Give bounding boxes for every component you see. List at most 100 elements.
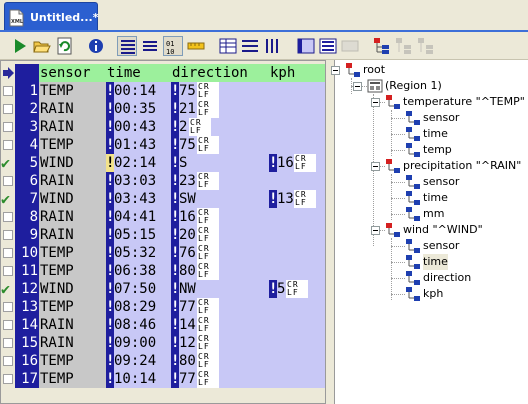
- tree-down-button[interactable]: [416, 36, 436, 56]
- cell-time[interactable]: 04:41: [114, 208, 171, 226]
- run-button[interactable]: [10, 36, 30, 56]
- table-row[interactable]: 6 RAIN! 03:03! 23 CR LF: [1, 172, 325, 190]
- cell-value[interactable]: 75: [179, 136, 197, 154]
- form-view-button[interactable]: [318, 36, 338, 56]
- cell-sensor[interactable]: RAIN: [39, 334, 106, 352]
- row-checkbox[interactable]: [3, 320, 13, 330]
- table-row[interactable]: 14 RAIN! 08:46! 14 CR LF: [1, 316, 325, 334]
- cell-sensor[interactable]: RAIN: [39, 118, 106, 136]
- ruler-button[interactable]: [186, 36, 206, 56]
- column-header-direction[interactable]: direction: [171, 64, 269, 82]
- row-checkbox[interactable]: [3, 104, 13, 114]
- column-header-time[interactable]: time: [106, 64, 171, 82]
- row-checkbox[interactable]: [3, 86, 13, 96]
- cell-time[interactable]: 00:14: [114, 82, 171, 100]
- cell-time[interactable]: 05:32: [114, 244, 171, 262]
- cell-sensor[interactable]: TEMP: [39, 244, 106, 262]
- collapse-toggle-icon[interactable]: [353, 82, 362, 91]
- table-row[interactable]: 11 TEMP! 06:38! 80 CR LF: [1, 262, 325, 280]
- row-checkbox[interactable]: [3, 266, 13, 276]
- cell-sensor[interactable]: WIND: [39, 190, 106, 208]
- row-checkbox[interactable]: [3, 338, 13, 348]
- table-row[interactable]: ✔ 7 WIND! 03:43! SW! 13 CR LF: [1, 190, 325, 208]
- cell-time[interactable]: 02:14: [114, 154, 171, 172]
- columns-view-button[interactable]: [262, 36, 282, 56]
- table-row[interactable]: 13 TEMP! 08:29! 77 CR LF: [1, 298, 325, 316]
- cell-time[interactable]: 08:29: [114, 298, 171, 316]
- cell-sensor[interactable]: TEMP: [39, 370, 106, 388]
- table-row[interactable]: 1 TEMP! 00:14! 75 CR LF: [1, 82, 325, 100]
- cell-value[interactable]: 14: [179, 316, 197, 334]
- row-check-icon[interactable]: ✔: [1, 280, 10, 298]
- table-row[interactable]: 4 TEMP! 01:43! 75 CR LF: [1, 136, 325, 154]
- cell-sensor[interactable]: TEMP: [39, 82, 106, 100]
- cell-value[interactable]: NW: [179, 280, 197, 298]
- cell-value[interactable]: 80: [179, 262, 197, 280]
- row-checkbox[interactable]: [3, 140, 13, 150]
- cell-value[interactable]: 2: [179, 118, 189, 136]
- cell-value[interactable]: 80: [179, 352, 197, 370]
- cell-time[interactable]: 10:14: [114, 370, 171, 388]
- table-row[interactable]: 15 RAIN! 09:00! 12 CR LF: [1, 334, 325, 352]
- cell-time[interactable]: 07:50: [114, 280, 171, 298]
- rows-view-button[interactable]: [240, 36, 260, 56]
- cell-time[interactable]: 03:03: [114, 172, 171, 190]
- table-row[interactable]: ✔ 12 WIND! 07:50! NW! 5 CR LF: [1, 280, 325, 298]
- row-checkbox[interactable]: [3, 122, 13, 132]
- row-checkbox[interactable]: [3, 302, 13, 312]
- cell-time[interactable]: 01:43: [114, 136, 171, 154]
- cell-time[interactable]: 09:00: [114, 334, 171, 352]
- cell-sensor[interactable]: WIND: [39, 280, 106, 298]
- table-row[interactable]: 3 RAIN! 00:43! 2 CR LF: [1, 118, 325, 136]
- row-checkbox[interactable]: [3, 230, 13, 240]
- cell-value[interactable]: 76: [179, 244, 197, 262]
- collapse-toggle-icon[interactable]: [371, 162, 380, 171]
- tree-red-button[interactable]: [372, 36, 392, 56]
- cell-sensor[interactable]: TEMP: [39, 262, 106, 280]
- cell-time[interactable]: 05:15: [114, 226, 171, 244]
- info-button[interactable]: [86, 36, 106, 56]
- grid-icon-button[interactable]: [296, 36, 316, 56]
- view-lines-button[interactable]: [140, 36, 160, 56]
- binary-view-button[interactable]: 01 10: [163, 36, 183, 56]
- row-check-icon[interactable]: ✔: [1, 190, 10, 208]
- cell-kph[interactable]: 5: [277, 280, 286, 298]
- cell-time[interactable]: 08:46: [114, 316, 171, 334]
- table-row[interactable]: 10 TEMP! 05:32! 76 CR LF: [1, 244, 325, 262]
- column-header-kph[interactable]: kph: [269, 64, 325, 82]
- table-row[interactable]: 17 TEMP! 10:14! 77 CR LF: [1, 370, 325, 388]
- table-row[interactable]: 9 RAIN! 05:15! 20 CR LF: [1, 226, 325, 244]
- open-button[interactable]: [32, 36, 52, 56]
- cell-value[interactable]: 75: [179, 82, 197, 100]
- cell-sensor[interactable]: RAIN: [39, 316, 106, 334]
- table-row[interactable]: 16 TEMP! 09:24! 80 CR LF: [1, 352, 325, 370]
- cell-value[interactable]: 23: [179, 172, 197, 190]
- cell-value[interactable]: 16: [179, 208, 197, 226]
- cell-time[interactable]: 00:43: [114, 118, 171, 136]
- cell-sensor[interactable]: TEMP: [39, 298, 106, 316]
- cell-value[interactable]: 20: [179, 226, 197, 244]
- row-checkbox[interactable]: [3, 374, 13, 384]
- row-check-icon[interactable]: ✔: [1, 154, 10, 172]
- cell-sensor[interactable]: WIND: [39, 154, 106, 172]
- table-row[interactable]: 8 RAIN! 04:41! 16 CR LF: [1, 208, 325, 226]
- cell-value[interactable]: 12: [179, 334, 197, 352]
- cell-value[interactable]: 77: [179, 298, 197, 316]
- cell-value[interactable]: 77: [179, 370, 197, 388]
- table-row[interactable]: ✔ 5 WIND! 02:14! S! 16 CR LF: [1, 154, 325, 172]
- cell-value[interactable]: 21: [179, 100, 197, 118]
- cell-kph[interactable]: 13: [277, 190, 294, 208]
- cell-time[interactable]: 06:38: [114, 262, 171, 280]
- cell-sensor[interactable]: RAIN: [39, 226, 106, 244]
- row-checkbox[interactable]: [3, 248, 13, 258]
- row-checkbox[interactable]: [3, 356, 13, 366]
- column-header-sensor[interactable]: sensor: [39, 64, 106, 82]
- row-checkbox[interactable]: [3, 176, 13, 186]
- row-checkbox[interactable]: [3, 212, 13, 222]
- disabled-view-button[interactable]: [340, 36, 360, 56]
- view-list-button[interactable]: [117, 36, 137, 56]
- cell-sensor[interactable]: RAIN: [39, 100, 106, 118]
- table-view-button[interactable]: [218, 36, 238, 56]
- table-row[interactable]: 2 RAIN! 00:35! 21 CR LF: [1, 100, 325, 118]
- cell-sensor[interactable]: TEMP: [39, 136, 106, 154]
